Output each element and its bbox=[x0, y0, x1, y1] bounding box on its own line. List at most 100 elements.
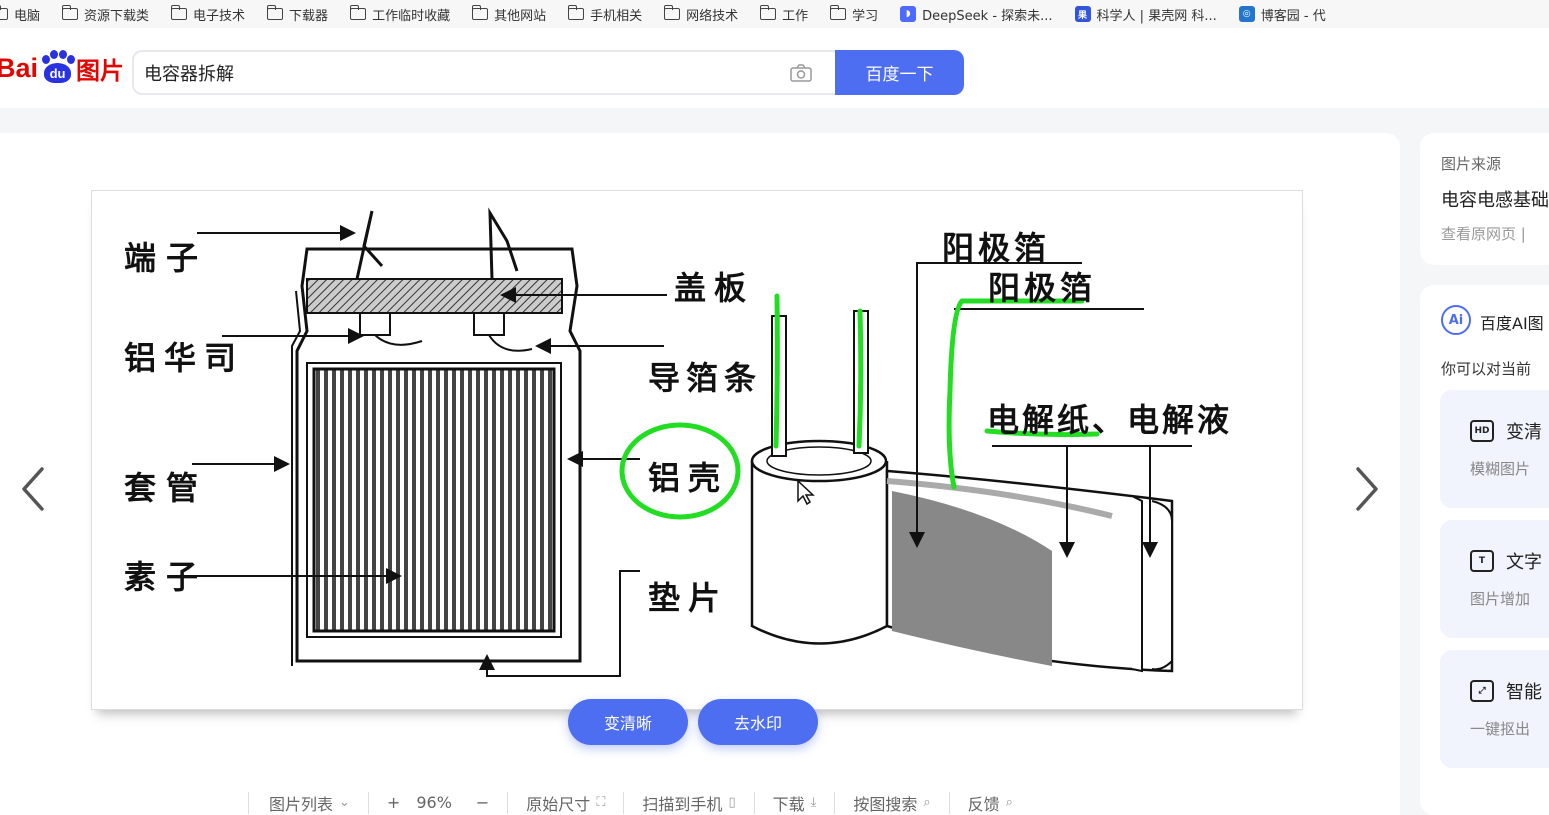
bookmark-label: 其他网站 bbox=[494, 8, 547, 24]
scan-to-phone-button[interactable]: 扫描到手机 ▯ bbox=[623, 791, 753, 814]
image-search-icon: ⌕ bbox=[923, 795, 931, 810]
label-gasket: 垫片 bbox=[648, 579, 728, 617]
image-source-card: 图片来源 电容电感基础 查看原网页 | bbox=[1420, 133, 1549, 265]
ai-title: 百度AI图 bbox=[1480, 314, 1544, 333]
folder-icon bbox=[170, 5, 188, 20]
folder-icon bbox=[266, 5, 284, 20]
bookmark-item[interactable]: ◗ DeepSeek - 探索未... bbox=[900, 5, 1053, 24]
text-icon: T bbox=[1470, 550, 1494, 572]
folder-icon bbox=[61, 5, 79, 20]
label-washer: 铝华司 bbox=[124, 339, 244, 377]
bookmark-item[interactable]: 工作临时收藏 bbox=[349, 5, 451, 24]
ai-tool-title: HD 变清 bbox=[1470, 418, 1542, 444]
label-terminal: 端子 bbox=[124, 239, 208, 277]
label-anode-foil-1: 阳极箔 bbox=[942, 229, 1050, 267]
folder-icon bbox=[0, 5, 8, 20]
source-label: 图片来源 bbox=[1441, 155, 1502, 173]
cnblogs-icon: ◎ bbox=[1238, 6, 1255, 22]
label-cover: 盖板 bbox=[674, 269, 754, 307]
bookmark-label: DeepSeek - 探索未... bbox=[922, 8, 1053, 24]
expand-icon: ⛶ bbox=[596, 795, 606, 810]
cutout-icon: ⤢ bbox=[1470, 680, 1494, 702]
bookmark-label: 下载器 bbox=[289, 8, 329, 24]
ai-tools-card: Ai 百度AI图 你可以对当前 HD 变清模糊图片 T 文字图片增加 ⤢ 智能 一键抠出 bbox=[1420, 285, 1549, 815]
ai-tool-item[interactable]: ⤢ 智能 一键抠出 bbox=[1440, 650, 1549, 768]
ai-tool-item[interactable]: HD 变清模糊图片 bbox=[1440, 390, 1549, 508]
enhance-button[interactable]: 变清晰 bbox=[568, 699, 688, 745]
original-size-label: 原始尺寸 bbox=[526, 794, 591, 814]
ai-tool-desc: 图片增加 bbox=[1470, 590, 1531, 608]
source-title[interactable]: 电容电感基础 bbox=[1441, 186, 1549, 212]
bookmark-label: 工作 bbox=[782, 8, 809, 24]
image-toolbar: 图片列表 ⌄ + 96% − 原始尺寸 ⛶ 扫描到手机 ▯ 下载 ⤓ 按图搜索 … bbox=[248, 790, 1148, 815]
zoom-out-button[interactable]: − bbox=[476, 793, 489, 812]
folder-icon bbox=[349, 5, 367, 20]
bookmarks-bar: 电脑 资源下载类 电子技术 下载器 工作临时收藏 其他网站 手机相关 网络技术 工作 学习 ◗ Dee… bbox=[0, 0, 1549, 28]
scan-to-phone-label: 扫描到手机 bbox=[642, 794, 723, 814]
label-shell: 铝壳 bbox=[648, 459, 728, 497]
search-by-image-button[interactable]: 按图搜索 ⌕ bbox=[834, 791, 948, 814]
bookmark-label: 学习 bbox=[852, 8, 879, 24]
ai-tool-title: ⤢ 智能 bbox=[1470, 678, 1542, 704]
image-list-button[interactable]: 图片列表 ⌄ bbox=[248, 791, 368, 814]
next-arrow-icon[interactable] bbox=[1350, 463, 1384, 515]
bookmark-item[interactable]: 电脑 bbox=[0, 5, 40, 24]
folder-icon bbox=[759, 5, 777, 20]
label-element: 素子 bbox=[124, 558, 208, 596]
label-sleeve: 套管 bbox=[124, 469, 208, 507]
baidu-image-logo[interactable]: Bai du 图片 bbox=[0, 46, 124, 90]
ai-description: 你可以对当前 bbox=[1441, 360, 1532, 378]
bookmark-item[interactable]: ◎ 博客园 - 代 bbox=[1238, 5, 1326, 24]
image-viewer: 端子 铝华司 套管 素子 盖板 导箔条 铝壳 垫片 阳极箔 阳极箔 电解纸、电解… bbox=[0, 133, 1400, 815]
label-lead-strip: 导箔条 bbox=[648, 359, 762, 397]
view-source-link[interactable]: 查看原网页 | bbox=[1441, 223, 1526, 244]
hd-icon: HD bbox=[1470, 420, 1494, 442]
ai-icon: Ai bbox=[1441, 305, 1471, 335]
ai-tool-title-text: 文字 bbox=[1506, 552, 1542, 573]
feedback-button[interactable]: 反馈 ⌕ bbox=[948, 791, 1031, 814]
search-input[interactable] bbox=[144, 62, 764, 83]
capacitor-cross-section bbox=[291, 207, 582, 666]
phone-icon: ▯ bbox=[728, 795, 736, 810]
capacitor-structure-diagram: 端子 铝华司 套管 素子 盖板 导箔条 铝壳 垫片 阳极箔 阳极箔 电解纸、电解… bbox=[124, 207, 1229, 677]
zoom-in-button[interactable]: + bbox=[387, 793, 400, 812]
bookmark-item[interactable]: 学习 bbox=[829, 5, 879, 24]
bookmark-item[interactable]: 网络技术 bbox=[663, 5, 739, 24]
bookmark-label: 工作临时收藏 bbox=[372, 8, 451, 24]
image-list-label: 图片列表 bbox=[269, 794, 334, 814]
logo-pic-text: 图片 bbox=[76, 57, 125, 85]
bookmark-label: 科学人 | 果壳网 科... bbox=[1096, 8, 1217, 24]
search-by-image-label: 按图搜索 bbox=[853, 794, 918, 814]
search-box bbox=[132, 50, 836, 95]
bookmark-label: 手机相关 bbox=[590, 8, 643, 24]
deepseek-icon: ◗ bbox=[900, 6, 917, 22]
prev-arrow-icon[interactable] bbox=[16, 463, 50, 515]
label-anode-foil-2: 阳极箔 bbox=[988, 269, 1096, 307]
folder-icon bbox=[663, 5, 681, 20]
paw-icon: du bbox=[40, 50, 76, 85]
bookmark-item[interactable]: 工作 bbox=[759, 5, 809, 24]
zoom-level: 96% bbox=[416, 793, 452, 812]
download-button[interactable]: 下载 ⤓ bbox=[753, 791, 835, 814]
bookmark-label: 网络技术 bbox=[686, 8, 739, 24]
capacitor-diagram-image[interactable]: 端子 铝华司 套管 素子 盖板 导箔条 铝壳 垫片 阳极箔 阳极箔 电解纸、电解… bbox=[91, 190, 1303, 710]
bookmark-item[interactable]: 电子技术 bbox=[170, 5, 245, 24]
bookmark-item[interactable]: 果科学人 | 果壳网 科... bbox=[1074, 5, 1217, 24]
bookmark-item[interactable]: 下载器 bbox=[266, 5, 329, 24]
bookmark-item[interactable]: 其他网站 bbox=[471, 5, 547, 24]
ai-tool-desc: 模糊图片 bbox=[1470, 460, 1531, 478]
download-label: 下载 bbox=[772, 794, 805, 814]
folder-icon bbox=[471, 5, 489, 20]
remove-watermark-button[interactable]: 去水印 bbox=[698, 699, 818, 745]
capacitor-roll bbox=[750, 310, 1174, 673]
camera-icon[interactable] bbox=[790, 64, 812, 82]
bookmark-item[interactable]: 资源下载类 bbox=[61, 5, 150, 24]
original-size-button[interactable]: 原始尺寸 ⛶ bbox=[507, 791, 623, 814]
guokr-icon: 果 bbox=[1074, 6, 1091, 22]
bookmark-item[interactable]: 手机相关 bbox=[567, 5, 643, 24]
search-button[interactable]: 百度一下 bbox=[835, 50, 964, 95]
bookmark-label: 资源下载类 bbox=[84, 8, 150, 24]
bookmark-label: 博客园 - 代 bbox=[1260, 8, 1326, 24]
zoom-control: + 96% − bbox=[367, 791, 507, 814]
ai-tool-item[interactable]: T 文字图片增加 bbox=[1440, 520, 1549, 638]
